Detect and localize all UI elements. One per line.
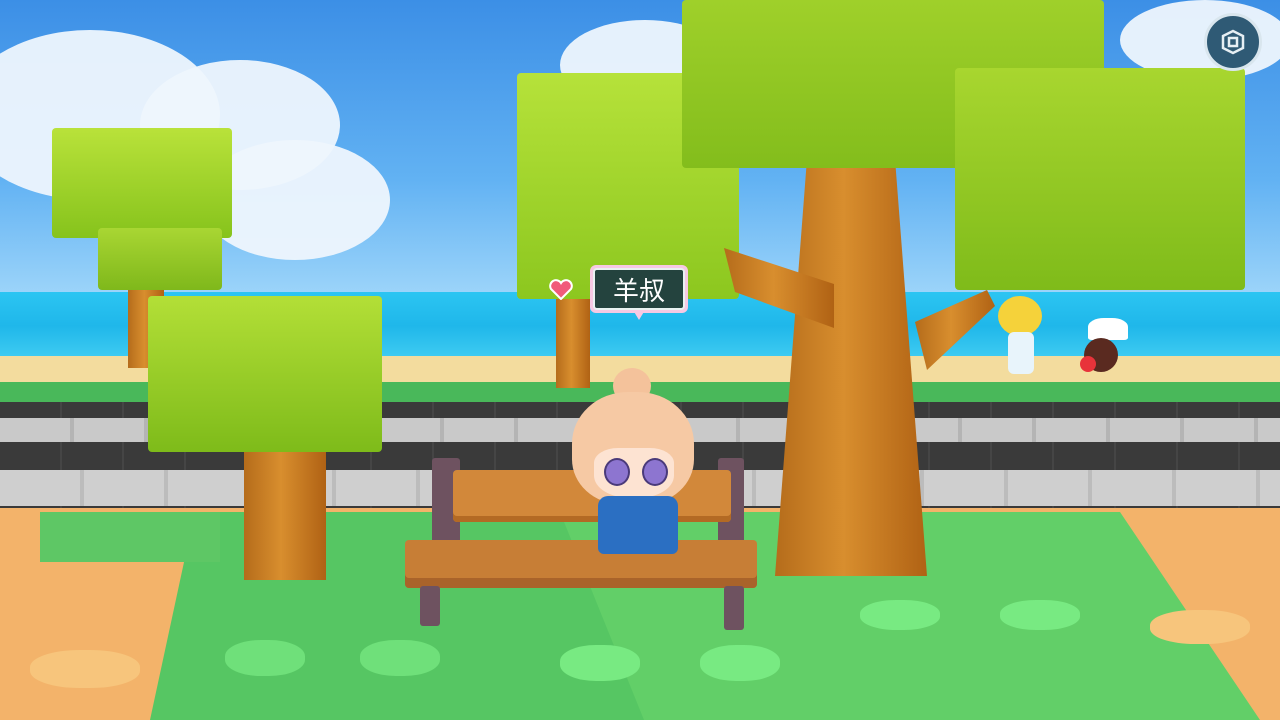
grass-tile (40, 512, 220, 562)
player-body (598, 496, 678, 554)
heart-emote-icon (549, 279, 573, 300)
path-pattern (1150, 610, 1250, 644)
grass-pattern (360, 640, 440, 676)
bench-leg (724, 586, 744, 630)
tree-foliage (148, 296, 382, 452)
tree-foliage (52, 128, 232, 238)
player-eye (642, 458, 668, 486)
tree-foliage (98, 228, 222, 290)
grass-pattern (1000, 600, 1080, 630)
tree-trunk (244, 440, 326, 580)
player-name-tag: 羊叔 (590, 265, 688, 313)
tree-foliage (955, 68, 1245, 290)
bench-leg (420, 586, 440, 626)
camera-toggle-icon (1221, 29, 1245, 55)
bench-seat[interactable] (405, 540, 757, 588)
player-eye (604, 458, 630, 486)
camera-toggle-button[interactable] (1204, 13, 1262, 71)
tree-trunk (556, 290, 590, 388)
grass-pattern (560, 645, 640, 681)
path-pattern (30, 650, 140, 688)
npc-character[interactable] (1080, 318, 1130, 380)
grass-pattern (700, 645, 780, 681)
player-name-text: 羊叔 (593, 268, 685, 310)
grass-pattern (225, 640, 305, 676)
grass-pattern (860, 600, 940, 630)
npc-character[interactable] (996, 296, 1046, 378)
game-viewport[interactable]: 羊叔 (0, 0, 1280, 720)
